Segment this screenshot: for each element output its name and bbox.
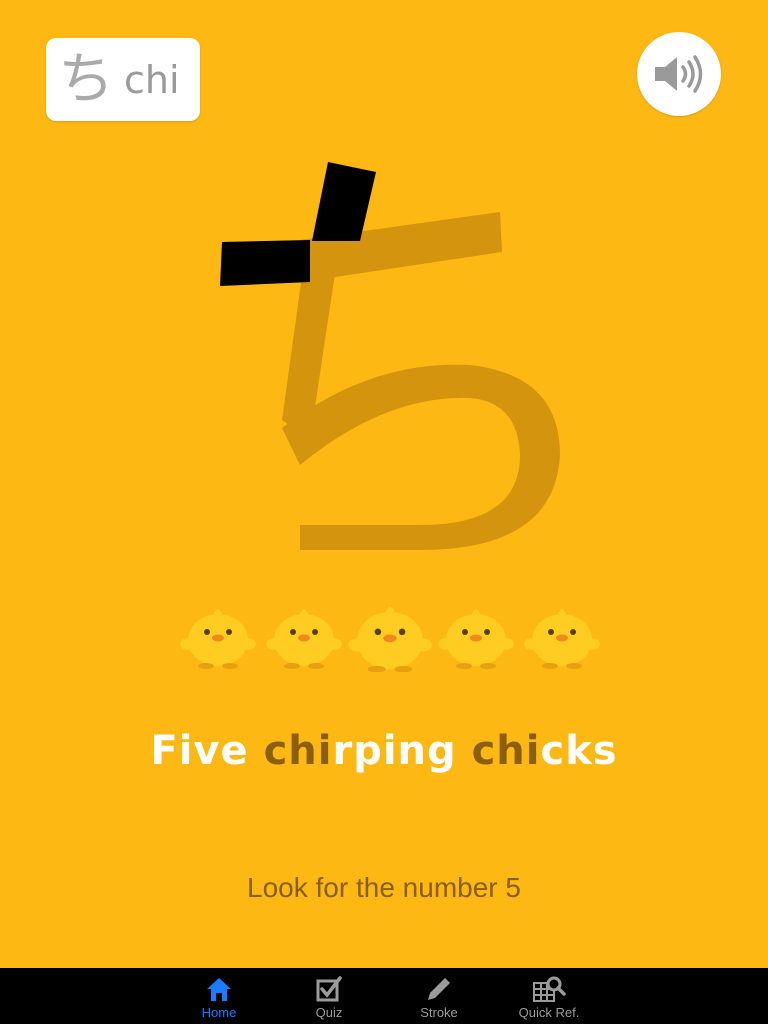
- chick-icon: [438, 609, 514, 669]
- tab-quiz[interactable]: Quiz: [274, 968, 384, 1024]
- hint-text: Look for the number 5: [247, 872, 521, 903]
- tab-bar: Home Quiz Stroke Quick Ref.: [0, 968, 768, 1024]
- tab-label: Home: [201, 1005, 237, 1020]
- play-sound-button[interactable]: [637, 32, 721, 116]
- pencil-icon: [428, 978, 450, 1000]
- phrase-part: cks: [540, 728, 618, 774]
- chick-icon: [266, 609, 342, 669]
- stroke-mnemonic-illustration: [220, 162, 560, 550]
- mnemonic-phrase: Five chirping chicks: [0, 728, 768, 774]
- tab-label: Quiz: [315, 1005, 343, 1020]
- home-icon: [207, 978, 231, 1001]
- tab-label: Stroke: [420, 1005, 458, 1020]
- chick-icon: [348, 606, 432, 672]
- tab-label: Quick Ref.: [518, 1005, 580, 1020]
- character-five-shape: [282, 212, 560, 550]
- kana-badge: ち chi: [46, 38, 200, 121]
- kana-character: ち: [58, 46, 114, 112]
- tab-home[interactable]: Home: [164, 968, 274, 1024]
- grid-search-icon: [533, 976, 566, 1002]
- chicks-illustration: [180, 606, 600, 672]
- phrase-part-highlight: chi: [263, 728, 333, 774]
- tab-quick-ref[interactable]: Quick Ref.: [494, 968, 604, 1024]
- phrase-part-highlight: chi: [471, 728, 541, 774]
- phrase-part: rping: [332, 728, 472, 774]
- tab-stroke[interactable]: Stroke: [384, 968, 494, 1024]
- checkbox-icon: [316, 976, 342, 1002]
- chick-icon: [524, 609, 600, 669]
- romaji-label: chi: [124, 57, 180, 102]
- chick-icon: [180, 609, 256, 669]
- speaker-icon: [655, 55, 703, 93]
- phrase-part: Five: [150, 728, 264, 774]
